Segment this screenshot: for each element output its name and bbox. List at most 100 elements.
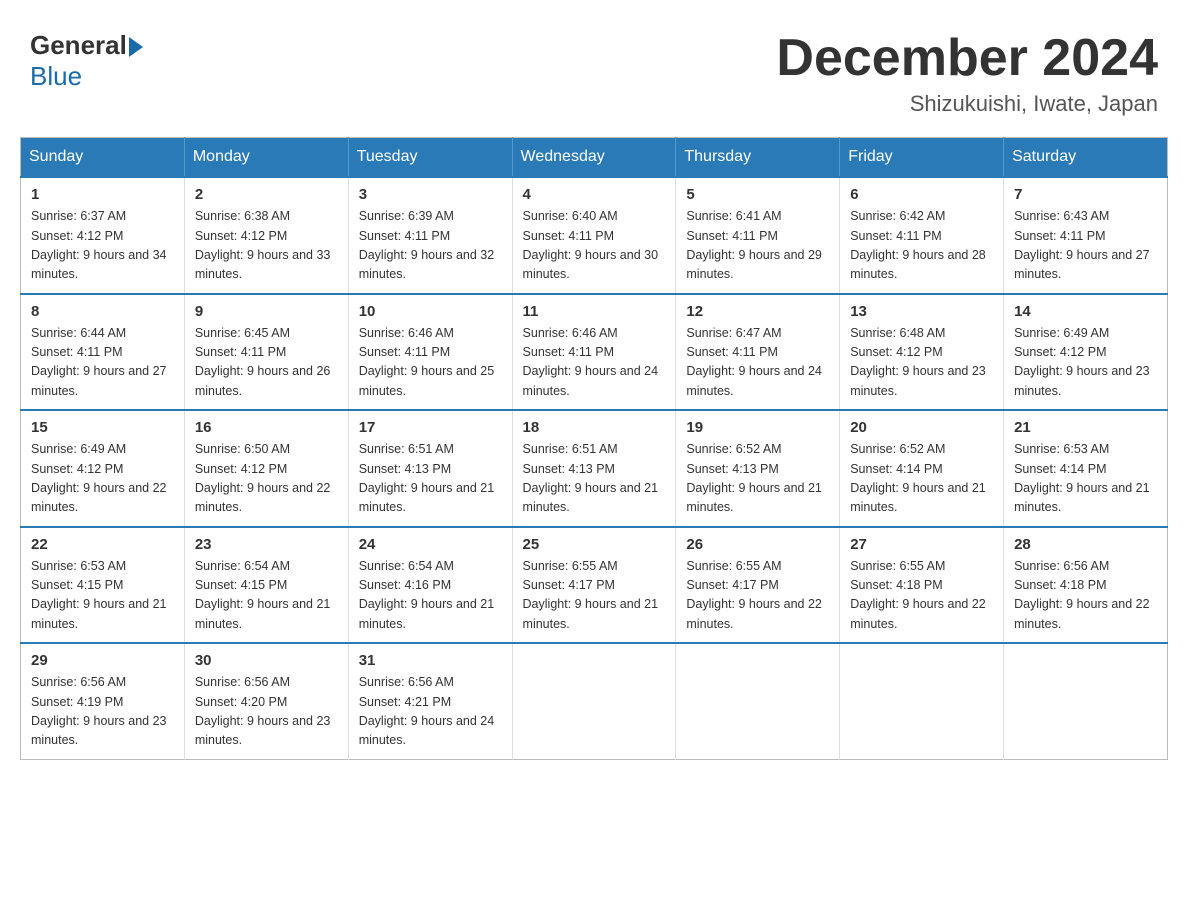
- day-info: Sunrise: 6:37 AMSunset: 4:12 PMDaylight:…: [31, 207, 174, 285]
- day-info: Sunrise: 6:56 AMSunset: 4:19 PMDaylight:…: [31, 673, 174, 751]
- day-number: 27: [850, 536, 993, 553]
- day-of-week-header: Friday: [840, 138, 1004, 178]
- calendar-day-cell: 4 Sunrise: 6:40 AMSunset: 4:11 PMDayligh…: [512, 177, 676, 294]
- day-info: Sunrise: 6:55 AMSunset: 4:17 PMDaylight:…: [523, 557, 666, 635]
- day-info: Sunrise: 6:38 AMSunset: 4:12 PMDaylight:…: [195, 207, 338, 285]
- calendar-week-row: 8 Sunrise: 6:44 AMSunset: 4:11 PMDayligh…: [21, 294, 1168, 411]
- logo-general-text: General: [30, 30, 127, 61]
- day-info: Sunrise: 6:56 AMSunset: 4:21 PMDaylight:…: [359, 673, 502, 751]
- day-info: Sunrise: 6:45 AMSunset: 4:11 PMDaylight:…: [195, 324, 338, 402]
- calendar-day-cell: 24 Sunrise: 6:54 AMSunset: 4:16 PMDaylig…: [348, 527, 512, 644]
- calendar-day-cell: 21 Sunrise: 6:53 AMSunset: 4:14 PMDaylig…: [1004, 410, 1168, 527]
- day-number: 31: [359, 652, 502, 669]
- day-number: 28: [1014, 536, 1157, 553]
- day-info: Sunrise: 6:46 AMSunset: 4:11 PMDaylight:…: [359, 324, 502, 402]
- day-of-week-header: Monday: [184, 138, 348, 178]
- day-info: Sunrise: 6:42 AMSunset: 4:11 PMDaylight:…: [850, 207, 993, 285]
- day-info: Sunrise: 6:52 AMSunset: 4:14 PMDaylight:…: [850, 440, 993, 518]
- calendar-day-cell: 8 Sunrise: 6:44 AMSunset: 4:11 PMDayligh…: [21, 294, 185, 411]
- calendar-day-cell: 11 Sunrise: 6:46 AMSunset: 4:11 PMDaylig…: [512, 294, 676, 411]
- calendar-day-cell: 6 Sunrise: 6:42 AMSunset: 4:11 PMDayligh…: [840, 177, 1004, 294]
- calendar-day-cell: 25 Sunrise: 6:55 AMSunset: 4:17 PMDaylig…: [512, 527, 676, 644]
- day-info: Sunrise: 6:52 AMSunset: 4:13 PMDaylight:…: [686, 440, 829, 518]
- day-number: 25: [523, 536, 666, 553]
- day-info: Sunrise: 6:54 AMSunset: 4:15 PMDaylight:…: [195, 557, 338, 635]
- day-number: 19: [686, 419, 829, 436]
- calendar-day-cell: 18 Sunrise: 6:51 AMSunset: 4:13 PMDaylig…: [512, 410, 676, 527]
- calendar-day-cell: 17 Sunrise: 6:51 AMSunset: 4:13 PMDaylig…: [348, 410, 512, 527]
- day-info: Sunrise: 6:39 AMSunset: 4:11 PMDaylight:…: [359, 207, 502, 285]
- day-number: 1: [31, 186, 174, 203]
- day-info: Sunrise: 6:48 AMSunset: 4:12 PMDaylight:…: [850, 324, 993, 402]
- day-number: 18: [523, 419, 666, 436]
- calendar-day-cell: [676, 643, 840, 759]
- calendar-day-cell: 19 Sunrise: 6:52 AMSunset: 4:13 PMDaylig…: [676, 410, 840, 527]
- title-section: December 2024 Shizukuishi, Iwate, Japan: [776, 30, 1158, 117]
- day-info: Sunrise: 6:47 AMSunset: 4:11 PMDaylight:…: [686, 324, 829, 402]
- calendar-day-cell: 15 Sunrise: 6:49 AMSunset: 4:12 PMDaylig…: [21, 410, 185, 527]
- day-number: 13: [850, 303, 993, 320]
- calendar-day-cell: 23 Sunrise: 6:54 AMSunset: 4:15 PMDaylig…: [184, 527, 348, 644]
- day-number: 12: [686, 303, 829, 320]
- calendar-table: SundayMondayTuesdayWednesdayThursdayFrid…: [20, 137, 1168, 760]
- day-number: 8: [31, 303, 174, 320]
- day-number: 30: [195, 652, 338, 669]
- day-number: 15: [31, 419, 174, 436]
- day-number: 2: [195, 186, 338, 203]
- calendar-header-row: SundayMondayTuesdayWednesdayThursdayFrid…: [21, 138, 1168, 178]
- day-number: 17: [359, 419, 502, 436]
- day-info: Sunrise: 6:51 AMSunset: 4:13 PMDaylight:…: [359, 440, 502, 518]
- day-number: 22: [31, 536, 174, 553]
- calendar-day-cell: 28 Sunrise: 6:56 AMSunset: 4:18 PMDaylig…: [1004, 527, 1168, 644]
- day-info: Sunrise: 6:40 AMSunset: 4:11 PMDaylight:…: [523, 207, 666, 285]
- calendar-day-cell: 2 Sunrise: 6:38 AMSunset: 4:12 PMDayligh…: [184, 177, 348, 294]
- location-subtitle: Shizukuishi, Iwate, Japan: [776, 91, 1158, 117]
- day-info: Sunrise: 6:46 AMSunset: 4:11 PMDaylight:…: [523, 324, 666, 402]
- calendar-day-cell: 14 Sunrise: 6:49 AMSunset: 4:12 PMDaylig…: [1004, 294, 1168, 411]
- calendar-day-cell: 12 Sunrise: 6:47 AMSunset: 4:11 PMDaylig…: [676, 294, 840, 411]
- day-number: 14: [1014, 303, 1157, 320]
- calendar-day-cell: [1004, 643, 1168, 759]
- day-number: 3: [359, 186, 502, 203]
- day-number: 11: [523, 303, 666, 320]
- day-info: Sunrise: 6:54 AMSunset: 4:16 PMDaylight:…: [359, 557, 502, 635]
- day-number: 9: [195, 303, 338, 320]
- calendar-day-cell: [840, 643, 1004, 759]
- calendar-week-row: 29 Sunrise: 6:56 AMSunset: 4:19 PMDaylig…: [21, 643, 1168, 759]
- calendar-day-cell: [512, 643, 676, 759]
- calendar-day-cell: 16 Sunrise: 6:50 AMSunset: 4:12 PMDaylig…: [184, 410, 348, 527]
- day-info: Sunrise: 6:49 AMSunset: 4:12 PMDaylight:…: [31, 440, 174, 518]
- logo-blue-text: Blue: [30, 61, 82, 92]
- day-info: Sunrise: 6:53 AMSunset: 4:15 PMDaylight:…: [31, 557, 174, 635]
- day-info: Sunrise: 6:56 AMSunset: 4:20 PMDaylight:…: [195, 673, 338, 751]
- calendar-day-cell: 20 Sunrise: 6:52 AMSunset: 4:14 PMDaylig…: [840, 410, 1004, 527]
- calendar-day-cell: 10 Sunrise: 6:46 AMSunset: 4:11 PMDaylig…: [348, 294, 512, 411]
- calendar-day-cell: 29 Sunrise: 6:56 AMSunset: 4:19 PMDaylig…: [21, 643, 185, 759]
- calendar-week-row: 22 Sunrise: 6:53 AMSunset: 4:15 PMDaylig…: [21, 527, 1168, 644]
- logo-arrow-icon: [129, 37, 143, 57]
- day-number: 26: [686, 536, 829, 553]
- day-info: Sunrise: 6:56 AMSunset: 4:18 PMDaylight:…: [1014, 557, 1157, 635]
- day-number: 16: [195, 419, 338, 436]
- calendar-day-cell: 27 Sunrise: 6:55 AMSunset: 4:18 PMDaylig…: [840, 527, 1004, 644]
- day-info: Sunrise: 6:50 AMSunset: 4:12 PMDaylight:…: [195, 440, 338, 518]
- day-of-week-header: Thursday: [676, 138, 840, 178]
- day-number: 7: [1014, 186, 1157, 203]
- month-title: December 2024: [776, 30, 1158, 87]
- calendar-day-cell: 7 Sunrise: 6:43 AMSunset: 4:11 PMDayligh…: [1004, 177, 1168, 294]
- calendar-day-cell: 30 Sunrise: 6:56 AMSunset: 4:20 PMDaylig…: [184, 643, 348, 759]
- day-number: 23: [195, 536, 338, 553]
- day-of-week-header: Saturday: [1004, 138, 1168, 178]
- day-info: Sunrise: 6:53 AMSunset: 4:14 PMDaylight:…: [1014, 440, 1157, 518]
- calendar-day-cell: 22 Sunrise: 6:53 AMSunset: 4:15 PMDaylig…: [21, 527, 185, 644]
- day-of-week-header: Wednesday: [512, 138, 676, 178]
- day-of-week-header: Sunday: [21, 138, 185, 178]
- calendar-week-row: 15 Sunrise: 6:49 AMSunset: 4:12 PMDaylig…: [21, 410, 1168, 527]
- calendar-day-cell: 3 Sunrise: 6:39 AMSunset: 4:11 PMDayligh…: [348, 177, 512, 294]
- day-info: Sunrise: 6:55 AMSunset: 4:18 PMDaylight:…: [850, 557, 993, 635]
- day-number: 21: [1014, 419, 1157, 436]
- day-number: 5: [686, 186, 829, 203]
- day-number: 4: [523, 186, 666, 203]
- logo: General Blue: [30, 30, 146, 92]
- day-number: 20: [850, 419, 993, 436]
